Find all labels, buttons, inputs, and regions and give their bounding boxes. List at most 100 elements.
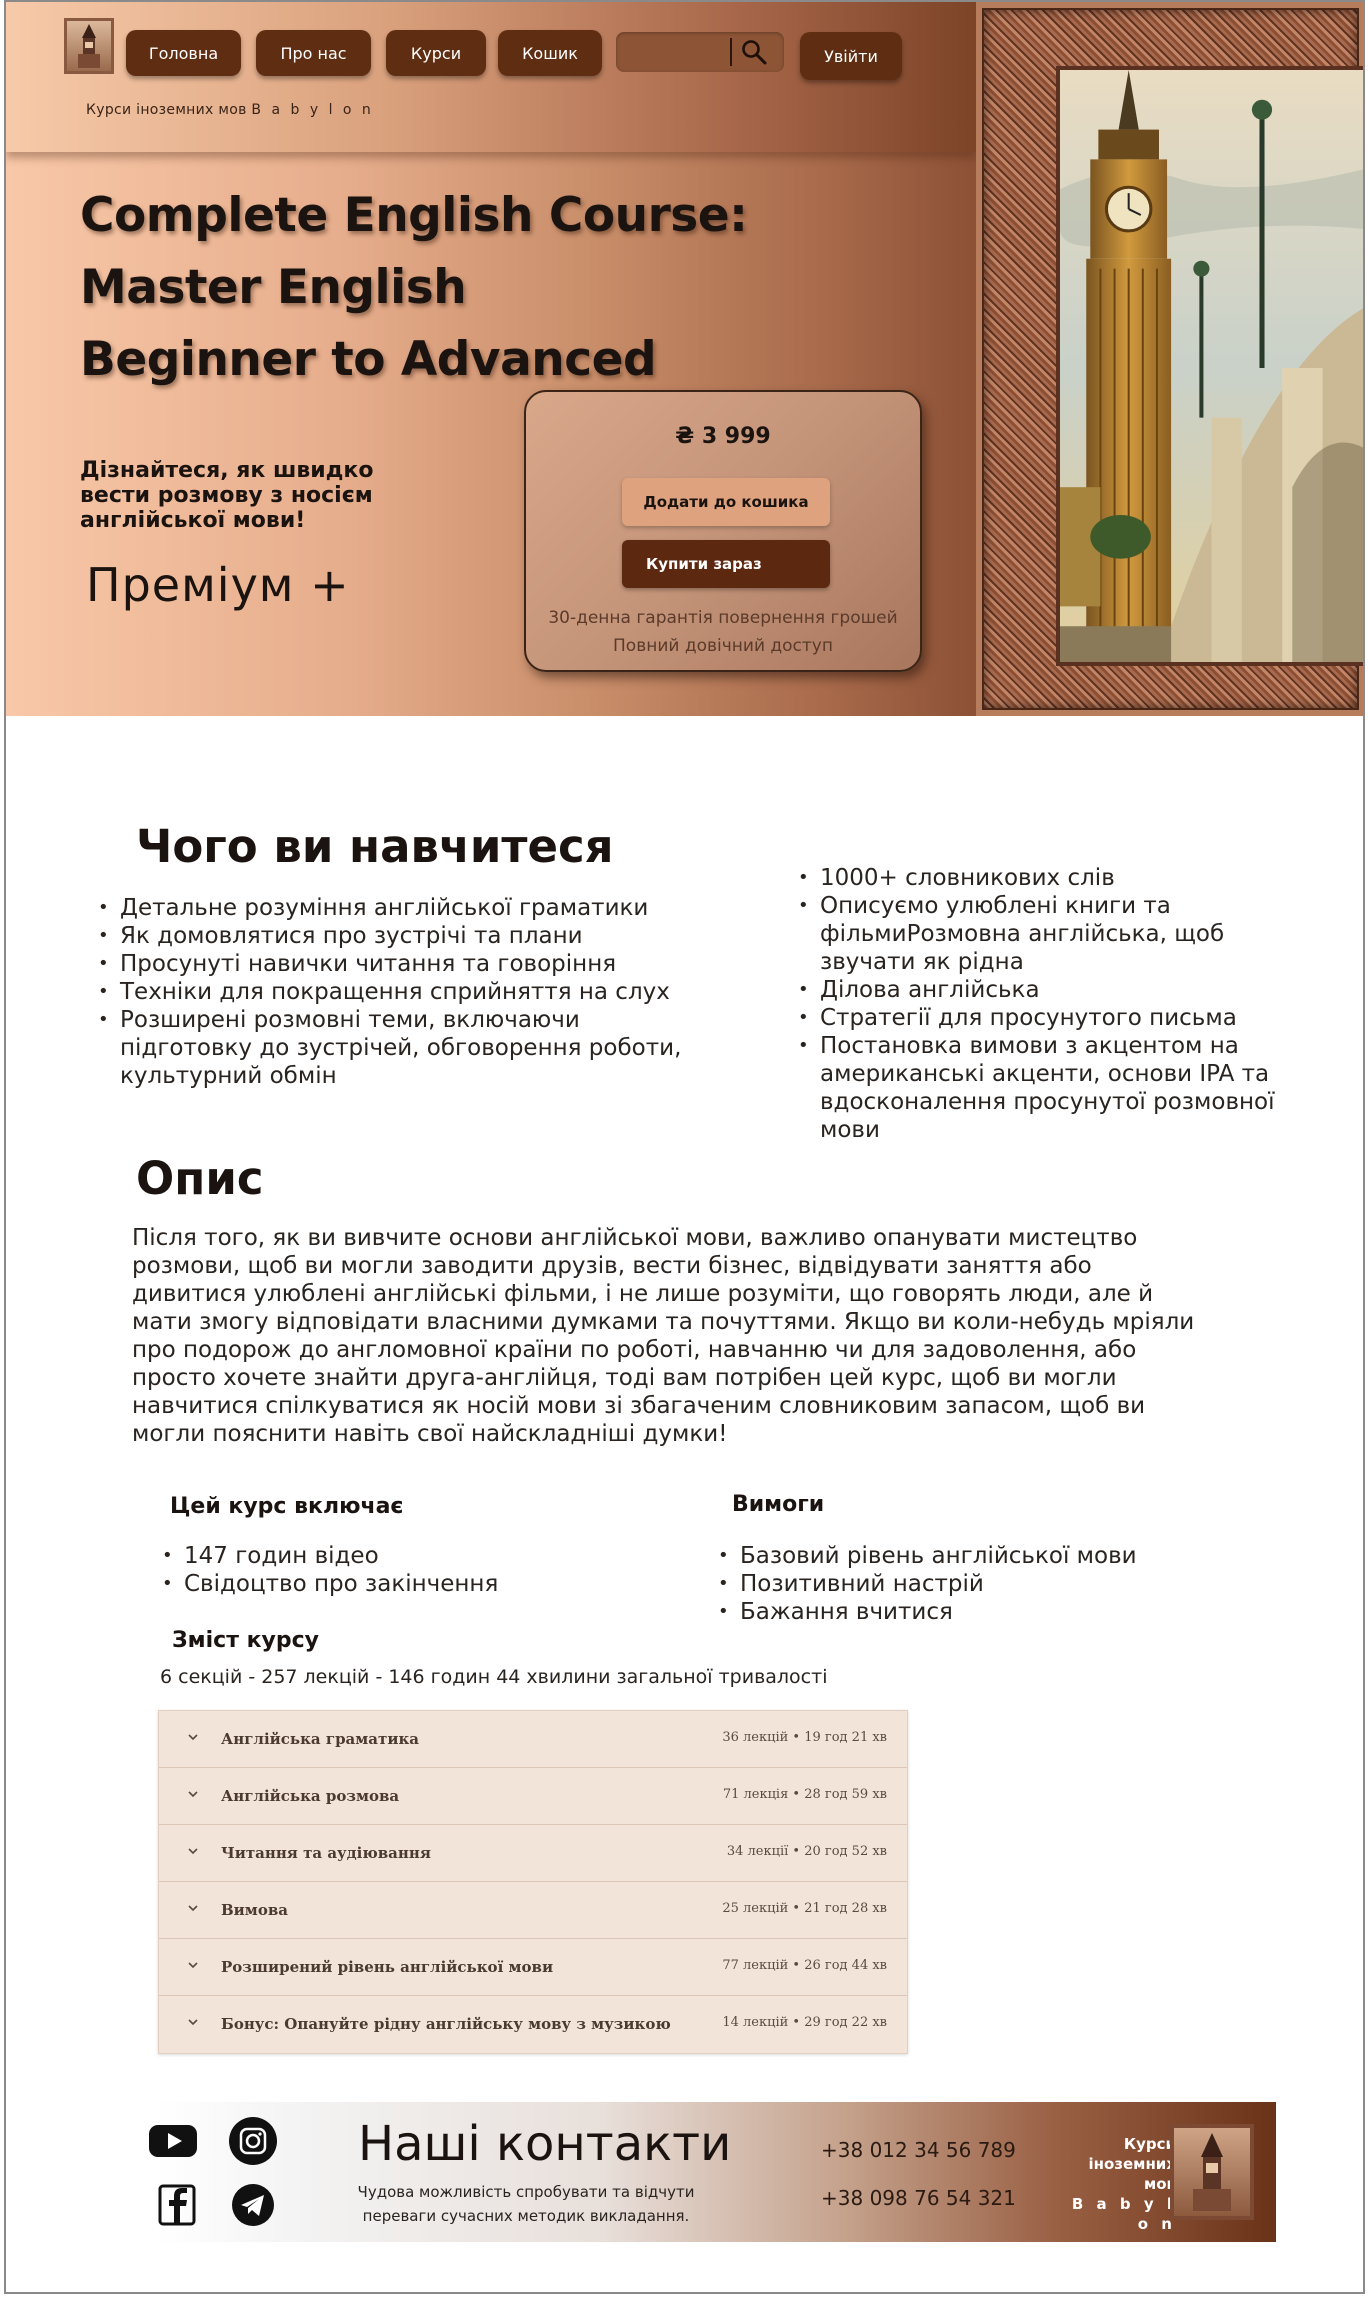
- section-row[interactable]: Англійська розмова 71 лекція • 28 год 59…: [159, 1768, 907, 1825]
- list-item: 1000+ словникових слів: [796, 864, 1296, 892]
- section-meta: 34 лекції • 20 год 52 хв: [726, 1844, 887, 1859]
- logo[interactable]: [64, 18, 114, 74]
- chevron-down-icon: [188, 1791, 198, 1798]
- add-to-cart-button[interactable]: Додати до кошика: [622, 478, 830, 526]
- price: ₴ 3 999: [675, 424, 771, 449]
- list-item: Позитивний настрій: [716, 1570, 1276, 1598]
- chevron-down-icon: [188, 1905, 198, 1912]
- course-title-line1: Complete English Course:: [80, 188, 748, 243]
- telegram-icon[interactable]: [228, 2180, 278, 2230]
- list-item: Техніки для покращення сприйняття на слу…: [96, 978, 716, 1006]
- lifetime-access: Повний довічний доступ: [613, 636, 833, 656]
- section-meta: 77 лекцій • 26 год 44 хв: [722, 1958, 887, 1973]
- contacts-subtext: Чудова можливість спробувати та відчути …: [357, 2183, 695, 2225]
- list-item: Базовий рівень англійської мови: [716, 1542, 1276, 1570]
- brand-tagline: Курси іноземних мов: [86, 102, 247, 118]
- description-heading: Опис: [136, 1152, 264, 1205]
- brand-caption: Курси іноземних мов B a b y l o n: [86, 102, 374, 118]
- course-title-line3: Beginner to Advanced: [80, 332, 657, 387]
- content-summary: 6 секцій - 257 лекцій - 146 годин 44 хви…: [160, 1666, 828, 1688]
- nav-cart[interactable]: Кошик: [498, 30, 602, 76]
- big-ben-illustration: [1060, 70, 1363, 662]
- tower-icon: [1193, 2133, 1231, 2211]
- course-title: Complete English Course: Master English …: [80, 180, 960, 396]
- list-item: Ділова англійська: [796, 976, 1296, 1004]
- chevron-down-icon: [188, 1962, 198, 1969]
- list-item: Постановка вимови з акцентом на американ…: [796, 1032, 1296, 1144]
- search-icon[interactable]: [740, 38, 768, 66]
- description-text: Після того, як ви вивчите основи англійс…: [132, 1225, 1195, 1447]
- section-title: Англійська розмова: [221, 1787, 400, 1805]
- nav-home[interactable]: Головна: [126, 30, 241, 76]
- list-item: 147 годин відео: [160, 1542, 610, 1570]
- list-item: Детальне розуміння англійської граматики: [96, 894, 716, 922]
- page: Курси іноземних мов B a b y l o n Головн…: [4, 0, 1365, 2294]
- purchase-card: ₴ 3 999 Додати до кошика Купити зараз 30…: [524, 390, 922, 672]
- nav-about[interactable]: Про нас: [256, 30, 371, 76]
- footer-logo[interactable]: [1170, 2124, 1254, 2220]
- section-title: Бонус: Опануйте рідну англійську мову з …: [221, 2015, 671, 2033]
- learn-list-right: 1000+ словникових слів Описуємо улюблені…: [796, 864, 1296, 1144]
- youtube-icon[interactable]: [148, 2116, 198, 2166]
- list-item: Розширені розмовні теми, включаючи підго…: [96, 1006, 716, 1090]
- section-row[interactable]: Читання та аудіювання 34 лекції • 20 год…: [159, 1825, 907, 1882]
- guarantee-info: 30-денна гарантія повернення грошей Повн…: [526, 604, 920, 660]
- section-meta: 36 лекцій • 19 год 21 хв: [722, 1730, 887, 1745]
- content-heading: Зміст курсу: [172, 1628, 320, 1653]
- contacts-footer: Наші контакти Чудова можливість спробува…: [149, 2102, 1276, 2242]
- section-title: Читання та аудіювання: [221, 1844, 431, 1862]
- hero-background: Курси іноземних мов B a b y l o n Головн…: [6, 2, 976, 716]
- chevron-down-icon: [188, 1848, 198, 1855]
- chevron-down-icon: [188, 2019, 198, 2026]
- list-item: Свідоцтво про закінчення: [160, 1570, 610, 1598]
- list-item: Як домовлятися про зустрічі та плани: [96, 922, 716, 950]
- big-ben-image: [1056, 66, 1363, 666]
- footer-brand-line: мов: [1143, 2175, 1176, 2193]
- section-title: Англійська граматика: [221, 1730, 419, 1748]
- search-input[interactable]: [616, 32, 784, 72]
- section-meta: 25 лекцій • 21 год 28 хв: [722, 1901, 887, 1916]
- search-divider: [730, 38, 732, 66]
- tier-label: Преміум +: [86, 558, 350, 612]
- phone-number-1[interactable]: +38 012 34 56 789: [821, 2138, 1016, 2162]
- chevron-down-icon: [188, 1734, 198, 1741]
- section-row[interactable]: Бонус: Опануйте рідну англійську мову з …: [159, 1996, 907, 2053]
- section-row[interactable]: Вимова 25 лекцій • 21 год 28 хв: [159, 1882, 907, 1939]
- requirements-list: Базовий рівень англійської мови Позитивн…: [716, 1542, 1276, 1626]
- phone-number-2[interactable]: +38 098 76 54 321: [821, 2186, 1016, 2210]
- includes-heading: Цей курс включає: [170, 1494, 404, 1519]
- list-item: Бажання вчитися: [716, 1598, 1276, 1626]
- facebook-icon[interactable]: [152, 2180, 202, 2230]
- hero-subtitle: Дізнайтеся, як швидко вести розмову з но…: [80, 458, 374, 533]
- footer-brand: Курси іноземних мов B a b y l o n: [1056, 2134, 1176, 2234]
- course-sections-accordion: Англійська граматика 36 лекцій • 19 год …: [158, 1710, 908, 2054]
- section-row[interactable]: Розширений рівень англійської мови 77 ле…: [159, 1939, 907, 1996]
- list-item: Описуємо улюблені книги та фільмиРозмовн…: [796, 892, 1296, 976]
- footer-brand-name: B a b y l o n: [1071, 2195, 1176, 2233]
- section-meta: 14 лекцій • 29 год 22 хв: [722, 2015, 887, 2030]
- hero-section: Курси іноземних мов B a b y l o n Головн…: [6, 2, 1363, 716]
- buy-now-button[interactable]: Купити зараз: [622, 540, 830, 588]
- learn-list-left: Детальне розуміння англійської граматики…: [96, 894, 716, 1090]
- brand-name: B a b y l o n: [251, 102, 374, 118]
- tower-icon: [78, 24, 100, 68]
- footer-brand-line: Курси: [1123, 2135, 1176, 2153]
- money-back-guarantee: 30-денна гарантія повернення грошей: [548, 608, 898, 628]
- includes-list: 147 годин відео Свідоцтво про закінчення: [160, 1542, 610, 1598]
- login-button[interactable]: Увійти: [800, 32, 902, 80]
- course-title-line2: Master English: [80, 260, 467, 315]
- list-item: Просунуті навички читання та говоріння: [96, 950, 716, 978]
- learn-heading: Чого ви навчитеся: [136, 820, 614, 873]
- nav-courses[interactable]: Курси: [386, 30, 486, 76]
- footer-brand-line: іноземних: [1088, 2155, 1176, 2173]
- contacts-heading: Наші контакти: [358, 2116, 732, 2172]
- requirements-heading: Вимоги: [732, 1492, 825, 1517]
- section-title: Вимова: [221, 1901, 288, 1919]
- big-ben-painting: [976, 2, 1363, 716]
- section-title: Розширений рівень англійської мови: [221, 1958, 554, 1976]
- section-row[interactable]: Англійська граматика 36 лекцій • 19 год …: [159, 1711, 907, 1768]
- list-item: Стратегії для просунутого письма: [796, 1004, 1296, 1032]
- instagram-icon[interactable]: [228, 2116, 278, 2166]
- section-meta: 71 лекція • 28 год 59 хв: [722, 1787, 887, 1802]
- top-navigation: Курси іноземних мов B a b y l o n Головн…: [6, 2, 976, 152]
